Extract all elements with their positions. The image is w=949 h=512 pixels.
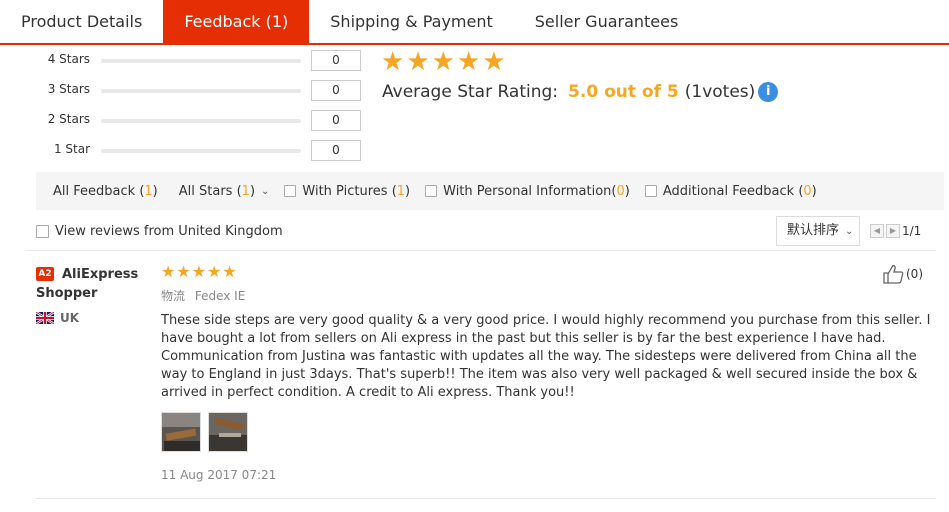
tab-product-details[interactable]: Product Details — [0, 0, 163, 43]
star-icon: ★ — [431, 47, 455, 77]
filter-label: All Feedback — [53, 183, 136, 199]
divider — [36, 498, 936, 499]
divider — [26, 250, 936, 251]
rating-row-3-stars: 3 Stars 0 — [0, 80, 370, 101]
checkbox[interactable] — [644, 185, 657, 197]
star-icon: ★ — [176, 262, 191, 281]
star-icon: ★ — [161, 262, 176, 281]
rating-count: 0 — [311, 80, 361, 101]
logistics-value: Fedex IE — [194, 289, 246, 303]
rating-label: 1 Star — [53, 142, 90, 156]
feedback-filter-bar: All Feedback (1) All Stars (1) ⌄ With Pi… — [36, 172, 944, 210]
chevron-down-icon: ⌄ — [261, 185, 270, 197]
country-code: UK — [60, 311, 80, 325]
logistics-info: 物流 Fedex IE — [161, 287, 245, 304]
helpful-button[interactable]: (0) — [882, 264, 923, 284]
tab-seller-guarantees[interactable]: Seller Guarantees — [514, 0, 700, 43]
next-page-button[interactable]: ▶ — [886, 224, 900, 238]
votes-label: votes) — [702, 82, 756, 102]
logistics-label: 物流 — [161, 289, 186, 303]
tab-feedback[interactable]: Feedback (1) — [163, 0, 310, 43]
sort-dropdown[interactable]: 默认排序 ⌄ — [776, 216, 860, 246]
tab-shipping-payment[interactable]: Shipping & Payment — [309, 0, 514, 43]
filter-count: 1 — [396, 183, 406, 199]
filter-label: All Stars — [178, 183, 233, 199]
filter-all-feedback[interactable]: All Feedback (1) — [53, 184, 158, 199]
product-tabs: Product Details Feedback (1) Shipping & … — [0, 0, 949, 45]
country-filter[interactable]: View reviews from United Kingdom — [36, 224, 283, 239]
prev-page-button[interactable]: ◀ — [870, 224, 884, 238]
filter-additional-feedback[interactable]: Additional Feedback (0) — [644, 183, 817, 199]
pagination: ◀ ▶ 1/1 — [870, 224, 921, 238]
photo-image — [209, 413, 247, 451]
filter-with-pictures[interactable]: With Pictures (1) — [284, 184, 410, 199]
rating-count: 0 — [311, 140, 361, 161]
star-icon: ★ — [191, 262, 207, 281]
votes-open: ( — [684, 82, 692, 102]
rating-count: 0 — [311, 50, 361, 71]
country-filter-label: View reviews from United Kingdom — [55, 224, 283, 239]
review-text: These side steps are very good quality &… — [161, 313, 931, 400]
filter-count: 1 — [241, 183, 250, 199]
rating-row-1-star: 1 Star 0 — [0, 140, 370, 161]
average-score: 5.0 out of 5 — [568, 82, 679, 102]
rating-bar — [101, 149, 301, 153]
sort-label: 默认排序 — [787, 223, 840, 238]
checkbox[interactable] — [36, 225, 49, 238]
buyer-country: UK — [36, 311, 79, 325]
checkbox[interactable] — [284, 185, 297, 197]
rating-label: 3 Stars — [47, 82, 90, 96]
star-icon: ★ — [406, 47, 430, 77]
helpful-count: (0) — [906, 267, 923, 281]
rating-label: 2 Stars — [47, 112, 90, 126]
buyer-level-badge: A2 — [36, 267, 54, 281]
review-stars: ★ ★ ★ ★ ★ — [161, 264, 237, 280]
filter-count: 0 — [616, 183, 625, 199]
review-photo-thumbnail[interactable] — [208, 412, 248, 452]
average-label: Average Star Rating: — [382, 82, 559, 102]
filter-all-stars-dropdown[interactable]: All Stars (1) ⌄ — [179, 184, 270, 199]
review-photo-thumbnail[interactable] — [161, 412, 201, 452]
filter-personal-information[interactable]: With Personal Information(0) — [425, 184, 630, 199]
rating-bar — [101, 89, 301, 93]
filter-count: 0 — [803, 183, 812, 199]
uk-flag-icon — [36, 312, 54, 324]
rating-row-4-stars: 4 Stars 0 — [0, 50, 370, 71]
star-icon: ★ — [482, 47, 506, 77]
average-rating: Average Star Rating: 5.0 out of 5 ( 1 vo… — [382, 82, 779, 102]
rating-bar — [101, 59, 301, 63]
average-stars: ★ ★ ★ ★ ★ — [381, 49, 506, 75]
filter-label: Additional Feedback — [662, 183, 795, 199]
filter-label: With Pictures — [302, 183, 388, 199]
page-indicator: 1/1 — [902, 224, 922, 238]
rating-count: 0 — [311, 110, 361, 131]
info-icon[interactable]: i — [758, 82, 779, 102]
rating-label: 4 Stars — [47, 52, 90, 66]
votes-count: 1 — [691, 82, 703, 102]
rating-row-2-stars: 2 Stars 0 — [0, 110, 370, 131]
thumbs-up-icon — [883, 265, 904, 284]
star-icon: ★ — [381, 47, 405, 77]
filter-label: With Personal Information — [443, 183, 612, 199]
rating-bar — [101, 119, 301, 123]
chevron-down-icon: ⌄ — [845, 226, 854, 237]
checkbox[interactable] — [425, 185, 438, 197]
photo-image — [162, 413, 200, 451]
star-icon: ★ — [207, 262, 222, 281]
star-icon: ★ — [222, 262, 237, 281]
review-date: 11 Aug 2017 07:21 — [161, 468, 277, 482]
star-icon: ★ — [456, 47, 481, 77]
filter-count: 1 — [144, 183, 153, 199]
